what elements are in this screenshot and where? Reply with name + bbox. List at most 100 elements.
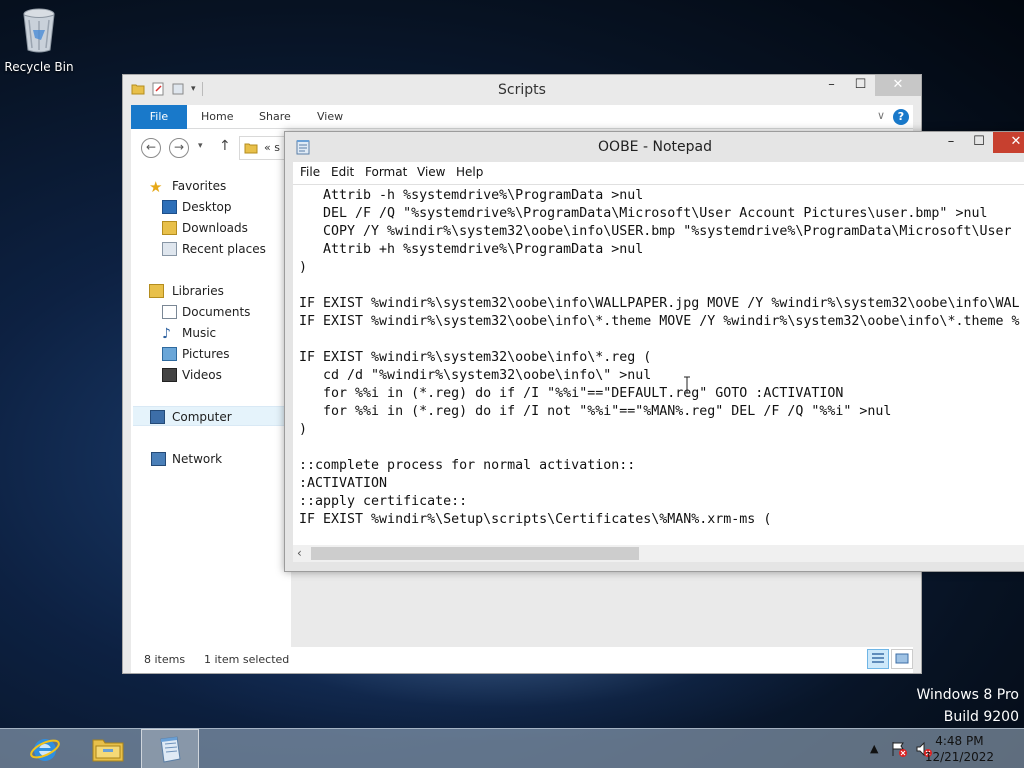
file-explorer-icon [92,739,124,762]
clock-time: 4:48 PM [935,734,984,748]
explorer-ribbon-tabs: File Home Share View ∨ ? [131,105,913,129]
nav-computer[interactable]: Computer [133,406,291,426]
menu-format[interactable]: Format [365,165,407,179]
recent-places-icon [162,242,177,256]
text-line: for %%i in (*.reg) do if /I "%%i"=="DEFA… [299,386,844,401]
maximize-button[interactable]: ☐ [965,132,993,153]
tab-home[interactable]: Home [201,105,233,129]
star-icon: ★ [149,178,163,196]
notepad-title: OOBE - Notepad [598,139,712,155]
text-line: IF EXIST %windir%\Setup\scripts\Certific… [299,512,772,527]
tab-file[interactable]: File [131,105,187,129]
text-line: IF EXIST %windir%\system32\oobe\info\WAL… [299,296,1020,311]
network-icon [151,452,166,466]
scrollbar-thumb[interactable] [311,547,639,560]
system-clock[interactable]: 4:48 PM 12/21/2022 [925,733,994,765]
text-line: ) [299,422,308,437]
taskbar-internet-explorer[interactable] [16,729,74,768]
up-arrow-icon[interactable]: ↑ [219,138,231,154]
navigation-pane: ★ Favorites Desktop Downloads Recent pla… [131,167,291,649]
text-line: ::apply certificate:: [299,494,468,509]
address-path: s [274,141,280,154]
nav-label: Videos [182,368,222,382]
recycle-bin-label: Recycle Bin [4,60,74,74]
back-button[interactable]: ← [141,138,161,158]
os-watermark: Windows 8 Pro Build 9200 [916,684,1019,728]
computer-icon [150,410,165,424]
watermark-edition: Windows 8 Pro [916,687,1019,703]
recycle-bin-icon [23,8,55,53]
watermark-build: Build 9200 [943,709,1019,725]
close-button[interactable]: ✕ [875,75,921,96]
notepad-title-bar[interactable]: OOBE - Notepad – ☐ ✕ [285,132,1024,162]
nav-label: Music [182,326,217,340]
recycle-bin-desktop-icon[interactable]: Recycle Bin [4,6,74,74]
libraries-icon [149,284,164,298]
desktop-icon [162,200,177,214]
large-icons-view-icon [895,653,909,664]
nav-label: Libraries [172,284,224,298]
nav-label: Desktop [182,200,232,214]
text-cursor-icon [684,376,690,394]
text-line: IF EXIST %windir%\system32\oobe\info\*.t… [299,314,1020,329]
address-text: « s [264,141,280,154]
menu-help[interactable]: Help [456,165,483,179]
folder-icon [244,143,258,154]
internet-explorer-icon [30,739,60,761]
tab-share[interactable]: Share [259,105,291,129]
nav-label: Recent places [182,242,266,256]
nav-label: Downloads [182,221,248,235]
downloads-icon [162,221,177,235]
text-line: COPY /Y %windir%\system32\oobe\info\USER… [299,224,1012,239]
explorer-title-bar[interactable]: ▾ Scripts – ☐ ✕ [123,75,921,105]
action-center-flag-icon[interactable] [890,740,908,758]
nav-label: Favorites [172,179,227,193]
notepad-window[interactable]: OOBE - Notepad – ☐ ✕ File Edit Format Vi… [284,131,1024,572]
maximize-button[interactable]: ☐ [846,75,875,96]
explorer-title: Scripts [498,82,546,98]
details-view-button[interactable] [867,649,889,669]
recent-locations-icon[interactable]: ▾ [198,141,203,151]
details-view-icon [872,653,884,663]
nav-label: Network [172,452,223,466]
videos-icon [162,368,177,382]
notepad-menu-bar: File Edit Format View Help [293,162,1024,184]
ribbon-expand-icon[interactable]: ∨ [877,109,885,122]
taskbar: ▲ 4:48 PM 12/21/2022 [0,728,1024,768]
address-prefix: « [264,141,271,154]
tab-view[interactable]: View [317,105,343,129]
notepad-icon [160,736,181,763]
show-hidden-icons-icon[interactable]: ▲ [870,742,878,768]
documents-icon [162,305,177,319]
menu-file[interactable]: File [300,165,320,179]
menu-edit[interactable]: Edit [331,165,354,179]
explorer-status-bar: 8 items 1 item selected [131,647,913,673]
close-button[interactable]: ✕ [993,132,1024,153]
minimize-button[interactable]: – [817,75,846,96]
nav-label: Computer [172,410,232,424]
scroll-left-arrow-icon[interactable]: ‹ [297,546,302,560]
text-line: Attrib +h %systemdrive%\ProgramData >nul [299,242,644,257]
forward-button[interactable]: → [169,138,189,158]
text-line: IF EXIST %windir%\system32\oobe\info\*.r… [299,350,652,365]
notepad-window-controls: – ☐ ✕ [937,132,1024,153]
taskbar-file-explorer[interactable] [79,729,137,768]
help-icon[interactable]: ? [893,109,909,125]
minimize-button[interactable]: – [937,132,965,153]
music-icon: ♪ [162,326,171,342]
large-icons-view-button[interactable] [891,649,913,669]
status-selection: 1 item selected [204,653,290,666]
text-line: cd /d "%windir%\system32\oobe\info\" >nu… [299,368,652,383]
taskbar-notepad[interactable] [141,729,199,768]
nav-label: Documents [182,305,251,319]
menu-view[interactable]: View [417,165,445,179]
pictures-icon [162,347,177,361]
nav-label: Pictures [182,347,230,361]
text-line: ) [299,260,308,275]
status-items-count: 8 items [144,653,186,666]
text-line: :ACTIVATION [299,476,388,491]
horizontal-scrollbar[interactable]: ‹ › [293,545,1024,562]
text-line: DEL /F /Q "%systemdrive%\ProgramData\Mic… [299,206,988,221]
clock-date: 12/21/2022 [924,750,994,764]
notepad-text-area[interactable]: Attrib -h %systemdrive%\ProgramData >nul… [293,184,1024,547]
